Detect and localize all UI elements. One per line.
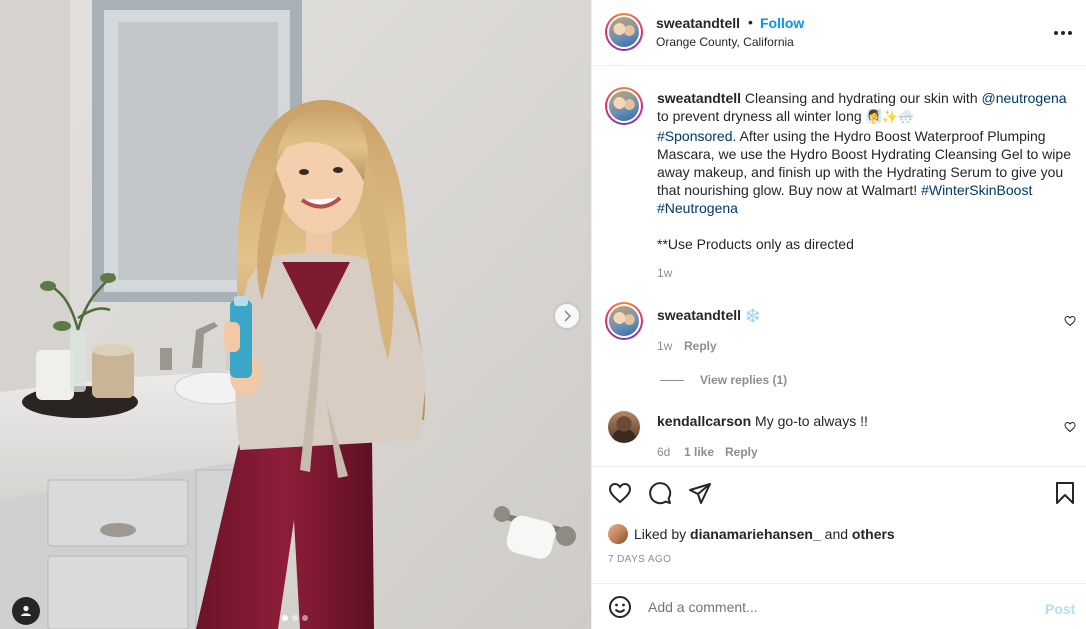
comment-avatar[interactable] <box>605 302 643 340</box>
author-username[interactable]: sweatandtell <box>656 15 740 31</box>
carousel-dot <box>292 615 298 621</box>
carousel-next-button[interactable] <box>555 304 579 328</box>
save-bookmark-icon[interactable] <box>1054 481 1076 505</box>
more-options-icon[interactable] <box>1054 31 1072 35</box>
comment-like-icon[interactable] <box>1064 421 1076 433</box>
post-photo <box>0 0 591 629</box>
liker-avatar[interactable] <box>608 524 628 544</box>
post-header: sweatandtell • Follow Orange County, Cal… <box>592 0 1086 66</box>
add-comment-bar: Post <box>592 583 1086 629</box>
comment-username[interactable]: sweatandtell <box>657 307 741 323</box>
post-date[interactable]: 7 DAYS AGO <box>608 554 671 565</box>
hashtag-neutrogena[interactable]: #Neutrogena <box>657 200 738 216</box>
caption-mention[interactable]: @neutrogena <box>982 90 1067 106</box>
post-panel: sweatandtell • Follow Orange County, Cal… <box>591 0 1086 629</box>
hashtag-winterskinboost[interactable]: #WinterSkinBoost <box>921 182 1032 198</box>
carousel-indicator <box>282 615 308 621</box>
author-avatar[interactable] <box>605 13 643 51</box>
caption-emoji: 🧖‍♀️✨🌨️ <box>865 110 915 125</box>
caption-avatar[interactable] <box>605 87 643 125</box>
hashtag-sponsored[interactable]: #Sponsored <box>657 128 733 144</box>
post-media[interactable] <box>0 0 591 629</box>
header-separator: • <box>748 14 753 30</box>
post-actions: Liked by dianamariehansen_ and others 7 … <box>592 466 1086 583</box>
caption-timestamp[interactable]: 1w <box>657 266 672 280</box>
view-replies-button[interactable]: View replies (1) <box>660 373 787 387</box>
instagram-post: sweatandtell • Follow Orange County, Cal… <box>0 0 1086 629</box>
post-comment-button[interactable]: Post <box>1045 601 1075 617</box>
liked-by-prefix: Liked by <box>634 526 691 542</box>
tagged-users-button[interactable] <box>12 597 40 625</box>
comment-timestamp[interactable]: 1w <box>657 339 672 353</box>
comment-username[interactable]: kendallcarson <box>657 413 751 429</box>
caption-text-2: to prevent dryness all winter long <box>657 108 866 124</box>
comment-2: kendallcarson My go-to always !! <box>657 413 868 429</box>
carousel-dot <box>302 615 308 621</box>
liked-by-others[interactable]: others <box>852 526 895 542</box>
chevron-right-icon <box>564 310 572 322</box>
comment-icon[interactable] <box>648 481 672 505</box>
liked-by-summary: Liked by dianamariehansen_ and others <box>608 524 895 544</box>
comment-like-icon[interactable] <box>1064 315 1076 327</box>
liked-by-and: and <box>820 526 852 542</box>
comments-section[interactable]: sweatandtell Cleansing and hydrating our… <box>592 67 1086 466</box>
post-location[interactable]: Orange County, California <box>656 35 794 49</box>
share-icon[interactable] <box>688 481 712 505</box>
liked-by-user[interactable]: dianamariehansen_ <box>690 526 821 542</box>
user-icon <box>21 605 31 616</box>
caption-note: **Use Products only as directed <box>657 236 854 252</box>
caption-text-1: Cleansing and hydrating our skin with <box>741 90 982 106</box>
comment-text: My go-to always !! <box>751 413 868 429</box>
comment-1: sweatandtell ❄️ <box>657 307 761 324</box>
comment-input[interactable] <box>648 599 1018 615</box>
comment-text: ❄️ <box>744 309 762 324</box>
caption-username[interactable]: sweatandtell <box>657 90 741 106</box>
comment-reply-button[interactable]: Reply <box>684 339 717 353</box>
comment-reply-button[interactable]: Reply <box>725 445 758 459</box>
like-icon[interactable] <box>608 481 632 505</box>
post-caption: sweatandtell Cleansing and hydrating our… <box>657 89 1072 253</box>
comment-avatar[interactable] <box>608 411 640 443</box>
carousel-dot <box>282 615 288 621</box>
follow-button[interactable]: Follow <box>760 15 804 31</box>
view-replies-label: View replies (1) <box>700 373 788 387</box>
comment-timestamp[interactable]: 6d <box>657 445 670 459</box>
comment-likes[interactable]: 1 like <box>684 445 714 459</box>
emoji-icon[interactable] <box>608 595 632 619</box>
